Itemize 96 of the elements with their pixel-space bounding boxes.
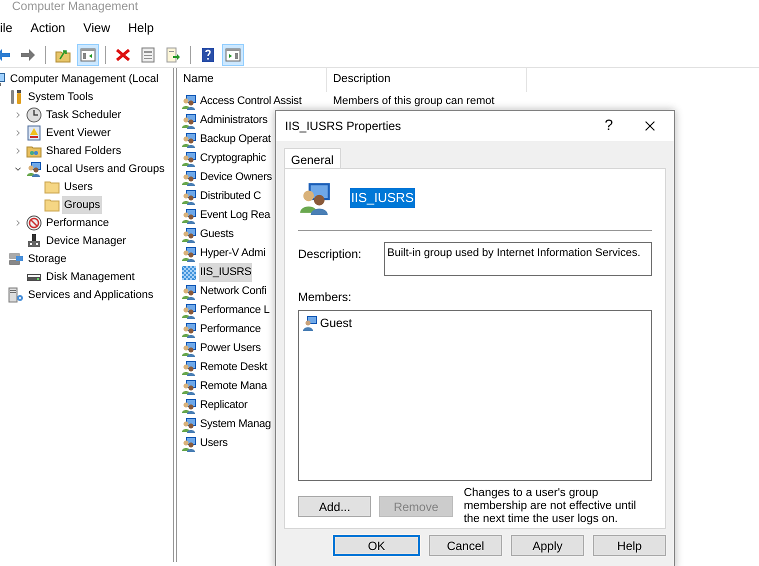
tree-item[interactable]: Task Scheduler (44, 106, 124, 124)
list-item[interactable]: Event Log Rea (199, 206, 272, 225)
tree-pane-button[interactable] (77, 44, 99, 66)
user-group-icon (181, 284, 197, 300)
user-group-icon (181, 170, 197, 186)
list-item[interactable]: Remote Mana (199, 377, 268, 396)
list-item[interactable]: Distributed C (199, 187, 262, 206)
menu-item[interactable]: ile (0, 18, 22, 38)
user-group-icon (181, 360, 197, 376)
tab[interactable]: General (284, 148, 341, 168)
member-button[interactable]: Add... (298, 496, 372, 517)
action-pane-button[interactable] (222, 44, 244, 66)
members-label: Members: (298, 289, 352, 306)
list-item[interactable]: Performance L (199, 301, 271, 320)
list-item[interactable]: Users (199, 434, 229, 453)
dialog-title: IIS_IUSRS Properties (285, 118, 402, 135)
export-list-icon (165, 46, 181, 62)
list-item[interactable]: Guest (320, 314, 352, 332)
column-header[interactable]: Name (177, 68, 327, 92)
list-item[interactable]: Remote Deskt (199, 358, 268, 377)
user-group-icon (181, 188, 197, 204)
user-group-icon (181, 246, 197, 262)
list-item[interactable]: Device Owners (199, 168, 273, 187)
menu-item[interactable]: Action (22, 18, 74, 38)
tree-item[interactable]: Computer Management (Local (8, 70, 161, 88)
tree-item[interactable]: Shared Folders (44, 142, 124, 160)
user-group-icon (181, 94, 197, 110)
list-item[interactable]: Cryptographic (199, 149, 267, 168)
group-name-field[interactable]: IIS_IUSRS (350, 188, 415, 208)
dialog-button[interactable]: Cancel (429, 535, 502, 556)
column-header[interactable]: Description (327, 68, 527, 92)
delete-icon (115, 46, 131, 62)
device-icon (26, 233, 42, 249)
description-field[interactable]: Built-in group used by Internet Information Services. (384, 242, 652, 276)
user-group-icon (181, 132, 197, 148)
tree-pane-icon (80, 46, 96, 62)
user-group-icon (298, 181, 332, 215)
menu-item[interactable]: Help (119, 18, 163, 38)
window-title: Computer Management (12, 0, 140, 13)
user-group-icon (181, 416, 197, 432)
list-item[interactable]: Access Control Assist (199, 92, 303, 111)
user-group-icon (181, 340, 197, 356)
log-icon (26, 125, 42, 141)
list-item[interactable]: Guests (199, 225, 235, 244)
tree-item[interactable]: Groups (62, 196, 102, 214)
storage-icon (8, 251, 24, 267)
close-icon[interactable] (643, 119, 657, 133)
clock-icon (26, 107, 42, 123)
gauge-icon (26, 215, 42, 231)
list-item[interactable]: Administrators (199, 111, 268, 130)
user-group-icon (181, 398, 197, 414)
user-group-icon (181, 150, 197, 166)
properties-icon (140, 46, 156, 62)
dialog-button[interactable]: OK (333, 535, 420, 556)
dialog-button[interactable]: Apply (511, 535, 584, 556)
help-icon (200, 46, 216, 62)
user-group-icon (181, 378, 197, 394)
user-group-icon (181, 302, 197, 318)
forward-icon (20, 46, 36, 62)
help-button[interactable]: ? (604, 114, 613, 138)
tree-item[interactable]: System Tools (26, 88, 96, 106)
tree-item[interactable]: Users (62, 178, 95, 196)
tools-icon (8, 89, 24, 105)
user-group-icon (181, 112, 197, 128)
dialog-button[interactable]: Help (593, 535, 666, 556)
list-item[interactable]: Hyper-V Admi (199, 244, 266, 263)
user-group-icon (181, 264, 197, 280)
tree-item[interactable]: Performance (44, 214, 111, 232)
user-group-icon (181, 436, 197, 452)
user-group-icon (26, 161, 42, 177)
user-group-icon (181, 322, 197, 338)
menu-item[interactable]: View (74, 18, 120, 38)
description-label: Description: (298, 246, 362, 263)
folder-icon (44, 179, 60, 195)
user-icon (302, 315, 318, 331)
tree-item[interactable]: Local Users and Groups (44, 160, 167, 178)
tree-item[interactable]: Services and Applications (26, 286, 156, 304)
table-cell-text: Members of this group can remot (332, 94, 494, 110)
list-item[interactable]: Power Users (199, 339, 262, 358)
user-group-icon (181, 208, 197, 224)
action-pane-icon (225, 46, 241, 62)
list-item[interactable]: IIS_IUSRS (199, 263, 252, 282)
tree-item[interactable]: Event Viewer (44, 124, 113, 142)
list-item[interactable]: Performance (199, 320, 262, 339)
members-list[interactable]: Guest (298, 310, 652, 481)
tree-item[interactable]: Device Manager (44, 232, 128, 250)
folder-icon (44, 197, 60, 213)
tree-item[interactable]: Storage (26, 250, 69, 268)
user-group-icon (181, 226, 197, 242)
list-item[interactable]: Network Confi (199, 282, 268, 301)
list-item[interactable]: System Manag (199, 415, 272, 434)
list-item[interactable]: Replicator (199, 396, 249, 415)
services-icon (8, 287, 24, 303)
note-text: Changes to a user's group membership are not effective until the next time the user logs on. (464, 487, 638, 526)
tree-item[interactable]: Disk Management (44, 268, 137, 286)
list-item[interactable]: Backup Operat (199, 130, 272, 149)
